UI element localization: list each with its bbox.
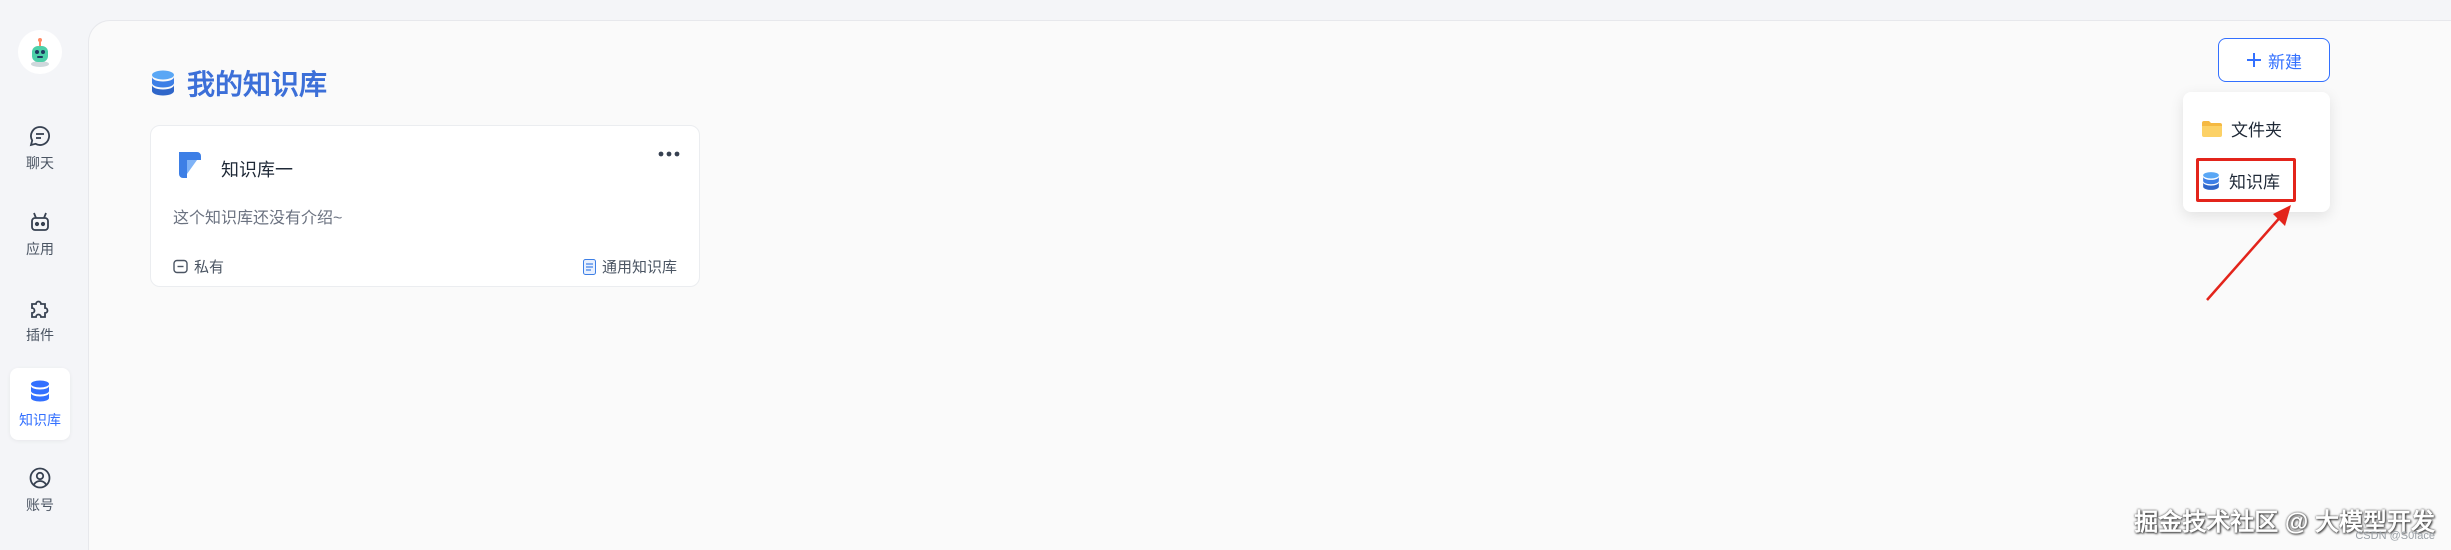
knowledge-base-icon [152, 70, 174, 96]
knowledge-base-logo-icon [179, 152, 201, 178]
puzzle-icon [31, 300, 49, 318]
watermark-subtext: CSDN @S0face [2355, 530, 2435, 542]
sidebar-item-label: 插件 [26, 326, 54, 343]
menu-item-knowledge-base[interactable]: 知识库 [2201, 168, 2280, 193]
sidebar-item-label: 知识库 [19, 411, 61, 428]
user-avatar[interactable] [18, 30, 62, 74]
folder-icon [2202, 120, 2222, 137]
visibility-label: 私有 [194, 259, 225, 276]
more-horizontal-icon [658, 151, 680, 157]
knowledge-base-icon [2203, 171, 2219, 190]
new-button-label: 新建 [2268, 52, 2302, 72]
card-title: 知识库一 [221, 160, 293, 180]
knowledge-base-card[interactable]: 知识库一 这个知识库还没有介绍~ 私有 通用知识库 [150, 125, 700, 287]
document-type-icon [582, 258, 596, 275]
app-root: 聊天 应用 插件 知识库 账号 我的知识库 知识库一 这个知识库还没有介绍~ 私… [0, 0, 2451, 550]
new-button[interactable]: 新建 [2218, 38, 2330, 82]
robot-icon [31, 212, 49, 231]
lock-private-icon [173, 259, 188, 274]
card-type: 通用知识库 [582, 256, 677, 277]
robot-avatar-icon [31, 38, 49, 67]
sidebar-item-account[interactable]: 账号 [10, 454, 70, 526]
main-content: 我的知识库 知识库一 这个知识库还没有介绍~ 私有 通用知识库 [88, 20, 2451, 550]
plus-icon [2247, 53, 2261, 67]
annotation-arrow [2206, 205, 2291, 301]
sidebar-item-label: 应用 [26, 240, 54, 257]
card-visibility: 私有 [173, 256, 224, 277]
sidebar-item-knowledge-base[interactable]: 知识库 [10, 368, 70, 440]
new-dropdown-menu: 文件夹 知识库 [2183, 92, 2330, 212]
page-header: 我的知识库 [149, 63, 327, 103]
sidebar-item-plugins[interactable]: 插件 [10, 284, 70, 356]
type-label: 通用知识库 [601, 259, 677, 276]
database-icon [31, 380, 49, 401]
sidebar-item-label: 聊天 [26, 154, 54, 171]
menu-item-folder[interactable]: 文件夹 [2201, 116, 2282, 141]
sidebar-item-chat[interactable]: 聊天 [10, 112, 70, 184]
chat-bubble-icon [29, 125, 50, 146]
menu-item-label: 知识库 [2229, 173, 2280, 192]
user-circle-icon [29, 467, 51, 488]
more-options-button[interactable] [655, 144, 683, 164]
menu-item-label: 文件夹 [2231, 121, 2282, 140]
sidebar-item-apps[interactable]: 应用 [10, 198, 70, 270]
sidebar-item-label: 账号 [26, 496, 54, 513]
card-icon-wrap [173, 148, 207, 187]
page-title: 我的知识库 [187, 69, 328, 100]
sidebar: 聊天 应用 插件 知识库 账号 [0, 0, 86, 550]
card-description: 这个知识库还没有介绍~ [173, 210, 343, 227]
